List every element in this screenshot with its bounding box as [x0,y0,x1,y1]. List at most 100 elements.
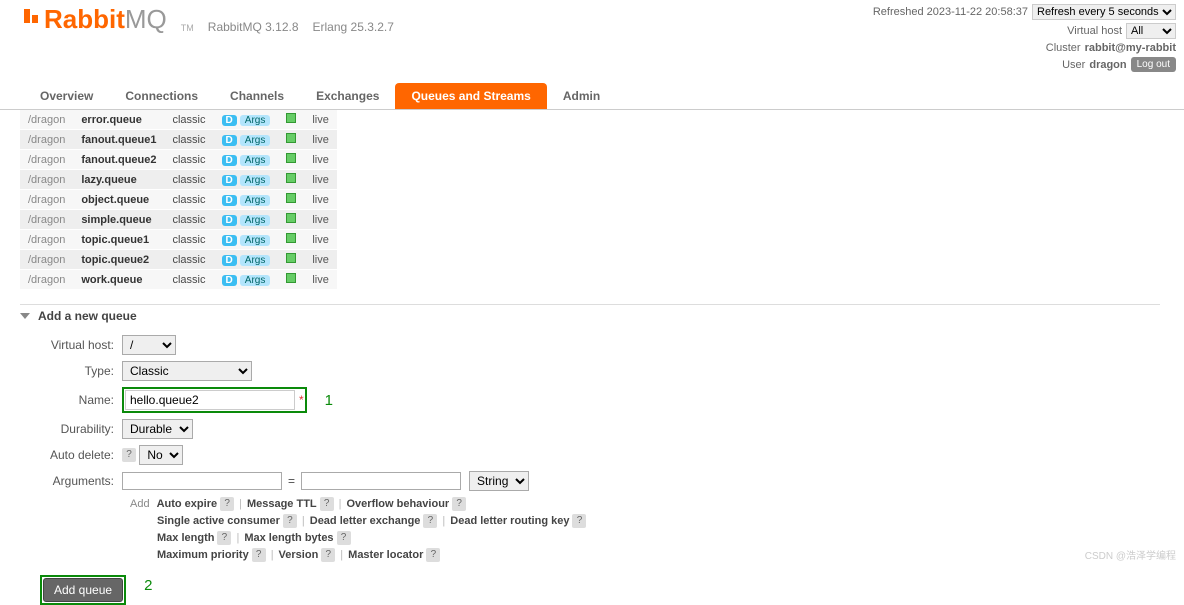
arg-link[interactable]: Version [279,549,319,561]
vhost-select[interactable]: All [1126,23,1176,39]
help-icon[interactable]: ? [122,448,136,462]
help-icon[interactable]: ? [423,514,437,528]
add-queue-button[interactable]: Add queue [43,578,123,602]
user-value: dragon [1089,59,1126,71]
table-row[interactable]: /dragon work.queue classic D Args live [20,270,337,290]
status [278,130,304,150]
queue-name[interactable]: error.queue [73,110,164,130]
logo-text: Rabbit [44,4,125,35]
arg-link[interactable]: Max length [157,532,214,544]
arg-link[interactable]: Single active consumer [157,515,280,527]
queue-name[interactable]: topic.queue1 [73,230,164,250]
help-icon[interactable]: ? [283,514,297,528]
arg-link[interactable]: Dead letter exchange [310,515,421,527]
badges: D Args [214,150,279,170]
help-icon[interactable]: ? [426,548,440,562]
table-row[interactable]: /dragon topic.queue2 classic D Args live [20,250,337,270]
separator: | [340,549,343,561]
tab-queues-and-streams[interactable]: Queues and Streams [395,83,546,109]
cluster-value: rabbit@my-rabbit [1085,42,1176,54]
refresh-select[interactable]: Refresh every 5 seconds [1032,4,1176,20]
help-icon[interactable]: ? [252,548,266,562]
rabbit-icon [24,9,42,31]
form-durability-label: Durability: [20,422,122,436]
status [278,110,304,130]
section-title: Add a new queue [38,309,137,323]
arg-link[interactable]: Master locator [348,549,423,561]
table-row[interactable]: /dragon lazy.queue classic D Args live [20,170,337,190]
queue-name[interactable]: simple.queue [73,210,164,230]
state: live [304,230,337,250]
tab-admin[interactable]: Admin [547,83,616,109]
arg-link[interactable]: Message TTL [247,498,317,510]
arg-link[interactable]: Auto expire [157,498,218,510]
tab-exchanges[interactable]: Exchanges [300,83,395,109]
state: live [304,210,337,230]
separator: | [271,549,274,561]
queue-name[interactable]: work.queue [73,270,164,290]
queue-name[interactable]: lazy.queue [73,170,164,190]
help-icon[interactable]: ? [572,514,586,528]
arg-link[interactable]: Overflow behaviour [347,498,450,510]
queue-name[interactable]: fanout.queue1 [73,130,164,150]
arg-value-input[interactable] [301,472,461,490]
help-icon[interactable]: ? [321,548,335,562]
arg-link[interactable]: Dead letter routing key [450,515,569,527]
status [278,250,304,270]
status [278,150,304,170]
separator: | [236,532,239,544]
queue-type: classic [164,250,213,270]
help-icon[interactable]: ? [452,497,466,511]
table-row[interactable]: /dragon error.queue classic D Args live [20,110,337,130]
state: live [304,110,337,130]
form-durability-select[interactable]: Durable [122,419,193,439]
queue-name[interactable]: object.queue [73,190,164,210]
arg-key-input[interactable] [122,472,282,490]
separator: | [339,498,342,510]
chevron-down-icon [20,313,30,319]
form-type-select[interactable]: Classic [122,361,252,381]
form-autodelete-label: Auto delete: [20,448,122,462]
status [278,270,304,290]
queue-name[interactable]: topic.queue2 [73,250,164,270]
table-row[interactable]: /dragon object.queue classic D Args live [20,190,337,210]
separator: | [442,515,445,527]
help-icon[interactable]: ? [220,497,234,511]
queue-type: classic [164,230,213,250]
arg-type-select[interactable]: String [469,471,529,491]
state: live [304,150,337,170]
form-vhost-select[interactable]: / [122,335,176,355]
table-row[interactable]: /dragon fanout.queue1 classic D Args liv… [20,130,337,150]
state: live [304,130,337,150]
help-icon[interactable]: ? [337,531,351,545]
table-row[interactable]: /dragon fanout.queue2 classic D Args liv… [20,150,337,170]
help-icon[interactable]: ? [320,497,334,511]
logo-suffix: MQ [125,4,167,35]
status [278,210,304,230]
queue-name[interactable]: fanout.queue2 [73,150,164,170]
tab-channels[interactable]: Channels [214,83,300,109]
badges: D Args [214,230,279,250]
state: live [304,170,337,190]
tab-connections[interactable]: Connections [109,83,214,109]
add-label: Add [130,498,150,510]
required-star: * [299,393,304,407]
annotation-1: 1 [325,392,333,409]
table-row[interactable]: /dragon simple.queue classic D Args live [20,210,337,230]
queue-type: classic [164,170,213,190]
tab-overview[interactable]: Overview [24,83,109,109]
table-row[interactable]: /dragon topic.queue1 classic D Args live [20,230,337,250]
arg-link[interactable]: Maximum priority [157,549,249,561]
status [278,230,304,250]
logo: RabbitMQ [24,4,167,35]
badges: D Args [214,210,279,230]
badges: D Args [214,250,279,270]
logout-button[interactable]: Log out [1131,57,1176,72]
help-icon[interactable]: ? [217,531,231,545]
form-name-input[interactable] [125,390,295,410]
form-autodelete-select[interactable]: No [139,445,183,465]
add-queue-section[interactable]: Add a new queue [20,304,1160,327]
arg-link[interactable]: Max length bytes [244,532,333,544]
refreshed-time: Refreshed 2023-11-22 20:58:37 [873,6,1028,18]
vhost-cell: /dragon [20,230,73,250]
